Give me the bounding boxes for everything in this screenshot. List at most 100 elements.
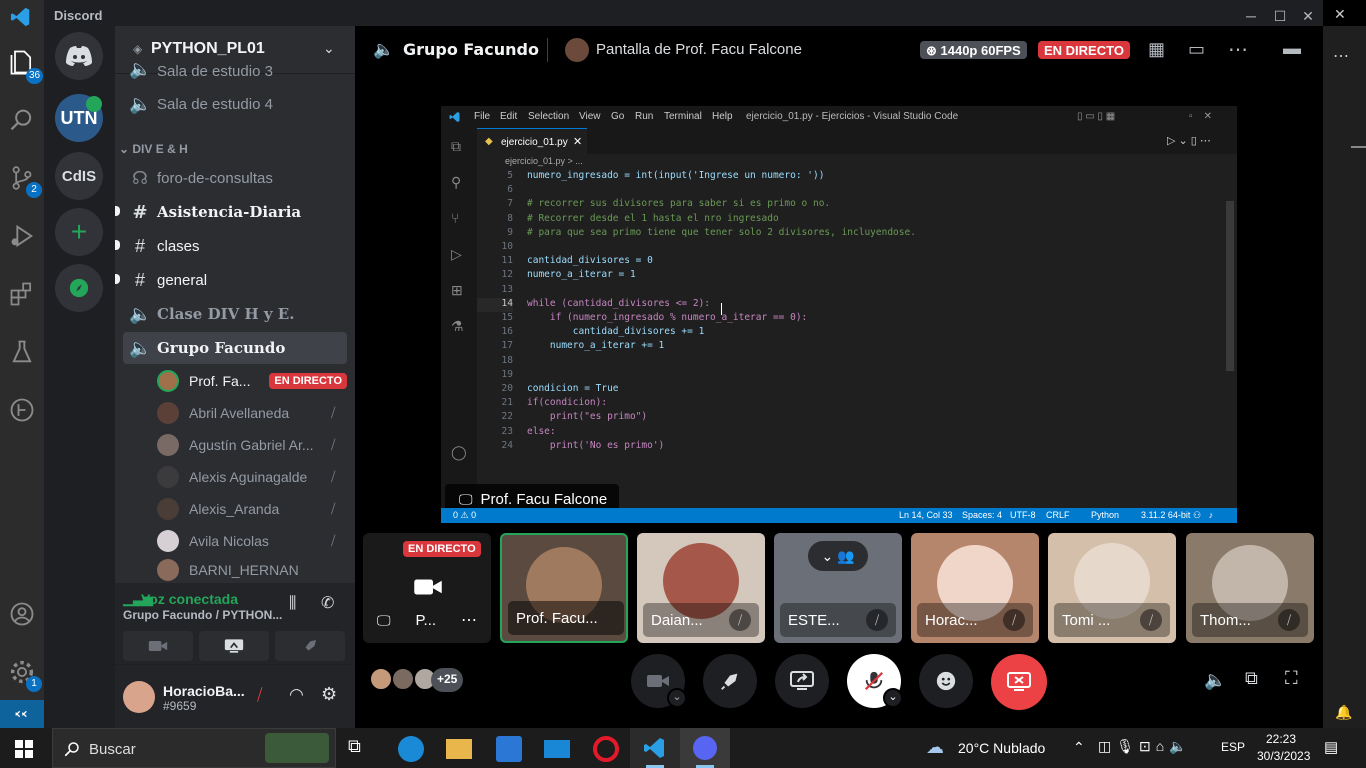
voice-user[interactable]: Alexis Aguinagalde ⧸	[157, 462, 347, 492]
channel-clase-div[interactable]: 🔈 Clase DIV H y E.	[123, 298, 347, 330]
channel-label: Sala de estudio 4	[157, 95, 273, 113]
mail-icon[interactable]	[544, 740, 570, 758]
headphones-icon[interactable]: ◠	[289, 685, 304, 705]
vscode-close-icon[interactable]: ✕	[1334, 6, 1346, 23]
category-label: DIV E & H	[132, 142, 188, 156]
more-participants-badge[interactable]: +25	[431, 668, 464, 692]
voice-status: Voz conectada	[141, 591, 238, 607]
activity-button[interactable]	[703, 654, 757, 708]
username: HoracioBa...	[163, 683, 245, 699]
user-name: Abril Avellaneda	[189, 405, 290, 421]
accounts-icon[interactable]	[8, 600, 36, 628]
clock-date[interactable]: 30/3/2023	[1257, 749, 1310, 763]
channel-sala4[interactable]: 🔈 Sala de estudio 4	[123, 88, 347, 120]
fullscreen-icon[interactable]: ⛶	[1285, 668, 1298, 689]
close-button[interactable]: ✕	[1298, 6, 1318, 26]
tray-icons[interactable]: ◫🎙⊡⌂🔈	[1098, 738, 1192, 755]
tray-overflow-icon[interactable]: ⌃	[1073, 739, 1085, 756]
user-settings-gear-icon[interactable]: ⚙	[321, 684, 337, 705]
more-icon[interactable]: ⋯	[1333, 46, 1349, 66]
file-explorer-icon[interactable]	[446, 739, 472, 759]
channel-clases[interactable]: # clases	[123, 230, 347, 262]
search-icon[interactable]	[8, 106, 36, 134]
popout-icon[interactable]: ▭	[1188, 39, 1205, 60]
opera-icon[interactable]	[593, 736, 619, 762]
participant-tile[interactable]: ⌄ 👥 ESTE... ⧸	[774, 533, 902, 643]
channel-sala3[interactable]: 🔈 Sala de estudio 3	[123, 60, 347, 80]
participant-tile[interactable]: Prof. Facu...	[500, 533, 628, 643]
channel-general[interactable]: # general	[123, 264, 347, 296]
scrollbar[interactable]	[1351, 146, 1366, 148]
code-line: 14 while (cantidad_divisores <= 2):	[477, 297, 710, 312]
disconnect-call-icon[interactable]: ✆	[321, 593, 334, 613]
line-text: if (numero_ingresado % numero_a_iterar =…	[527, 312, 808, 323]
mic-muted-icon[interactable]: ⧸	[257, 687, 262, 705]
channel-asistencia-diaria[interactable]: # Asistencia-Diaria	[123, 196, 347, 228]
voice-user[interactable]: Abril Avellaneda ⧸	[157, 398, 347, 428]
avatar[interactable]	[123, 681, 155, 713]
channel-grupo-facundo[interactable]: 🔈 Grupo Facundo	[123, 332, 347, 364]
unread-indicator	[115, 206, 120, 216]
store-icon[interactable]	[496, 736, 522, 762]
mic-options-chevron-icon[interactable]: ⌄	[883, 688, 903, 708]
participant-tile[interactable]: Horac... ⧸	[911, 533, 1039, 643]
task-view-icon[interactable]: ⧉	[348, 736, 374, 762]
screen-share-button[interactable]	[775, 654, 829, 708]
popout-window-icon[interactable]: ⧉	[1245, 668, 1258, 689]
edge-icon[interactable]	[398, 736, 424, 762]
clock-time[interactable]: 22:23	[1266, 732, 1296, 746]
voice-user[interactable]: Alexis_Aranda ⧸	[157, 494, 347, 524]
noise-suppression-icon[interactable]: ⫼	[289, 595, 296, 613]
category-header[interactable]: ⌄ DIV E & H	[119, 142, 188, 156]
taskbar-search[interactable]: Buscar	[52, 728, 336, 768]
server-cdis[interactable]: CdIS	[55, 152, 103, 200]
weather-text[interactable]: 20°C Nublado	[958, 740, 1045, 756]
discord-home-button[interactable]	[55, 32, 103, 80]
video-button[interactable]	[123, 631, 193, 661]
explore-servers-button[interactable]	[55, 264, 103, 312]
screen-share-button[interactable]	[199, 631, 269, 661]
participant-tile[interactable]: Tomi ... ⧸	[1048, 533, 1176, 643]
run-debug-icon[interactable]	[8, 222, 36, 250]
voice-user[interactable]: Agustín Gabriel Ar... ⧸	[157, 430, 347, 460]
minimize-button[interactable]: ─	[1241, 6, 1261, 26]
participant-tile[interactable]: Thom... ⧸	[1186, 533, 1314, 643]
voice-location[interactable]: Grupo Facundo / PYTHON...	[123, 608, 282, 622]
expand-participants-button[interactable]: ⌄ 👥	[808, 541, 868, 571]
volume-icon[interactable]: 🔈	[1204, 670, 1226, 691]
camera-options-chevron-icon[interactable]: ⌄	[667, 688, 687, 708]
participant-tile[interactable]: EN DIRECTO 🖵 P... ⋯	[363, 533, 491, 643]
extensions-icon[interactable]	[8, 280, 36, 308]
language-indicator[interactable]: ESP	[1221, 740, 1245, 754]
user-panel: HoracioBa... #9659 ⧸ ◠ ⚙	[115, 665, 355, 728]
notification-bell-icon[interactable]: 🔔	[1335, 704, 1352, 721]
breadcrumb: ejercicio_01.py > ...	[505, 156, 583, 166]
more-options-icon[interactable]: ⋯	[1228, 37, 1248, 62]
maximize-button[interactable]: ☐	[1270, 6, 1290, 26]
voice-user[interactable]: BARNI_HERNAN	[157, 558, 347, 582]
channel-foro-de-consultas[interactable]: ☊ foro-de-consultas	[123, 162, 347, 194]
activity-button[interactable]	[275, 631, 345, 661]
layout-icons: ▯ ▭ ▯ ▦	[1077, 111, 1116, 122]
chat-icon[interactable]: ▬	[1283, 38, 1301, 59]
leave-call-button[interactable]	[991, 654, 1047, 710]
add-server-button[interactable]: +	[55, 208, 103, 256]
menu-file: File	[474, 111, 491, 122]
cloud-icon: ☁	[926, 737, 944, 757]
remote-indicator[interactable]	[0, 700, 44, 728]
discord-taskbar-button[interactable]	[680, 728, 730, 768]
participant-tile[interactable]: Daian... ⧸	[637, 533, 765, 643]
code-line: 19	[477, 369, 513, 383]
vscode-taskbar-button[interactable]	[630, 728, 680, 768]
grid-view-icon[interactable]: ▦	[1148, 39, 1165, 60]
notifications-icon[interactable]: ▤	[1324, 738, 1338, 756]
testing-flask-icon[interactable]	[8, 338, 36, 366]
line-text: numero_a_iterar = 1	[527, 269, 636, 281]
stream-video[interactable]: File Edit Selection View Go Run Terminal…	[441, 106, 1237, 523]
windows-start-icon[interactable]	[15, 740, 33, 758]
remote-explorer-icon[interactable]	[8, 396, 36, 424]
soundboard-button[interactable]	[919, 654, 973, 708]
voice-user[interactable]: Prof. Fa... EN DIRECTO	[157, 366, 347, 396]
more-icon[interactable]: ⋯	[461, 610, 477, 630]
voice-user[interactable]: Avila Nicolas ⧸	[157, 526, 347, 556]
